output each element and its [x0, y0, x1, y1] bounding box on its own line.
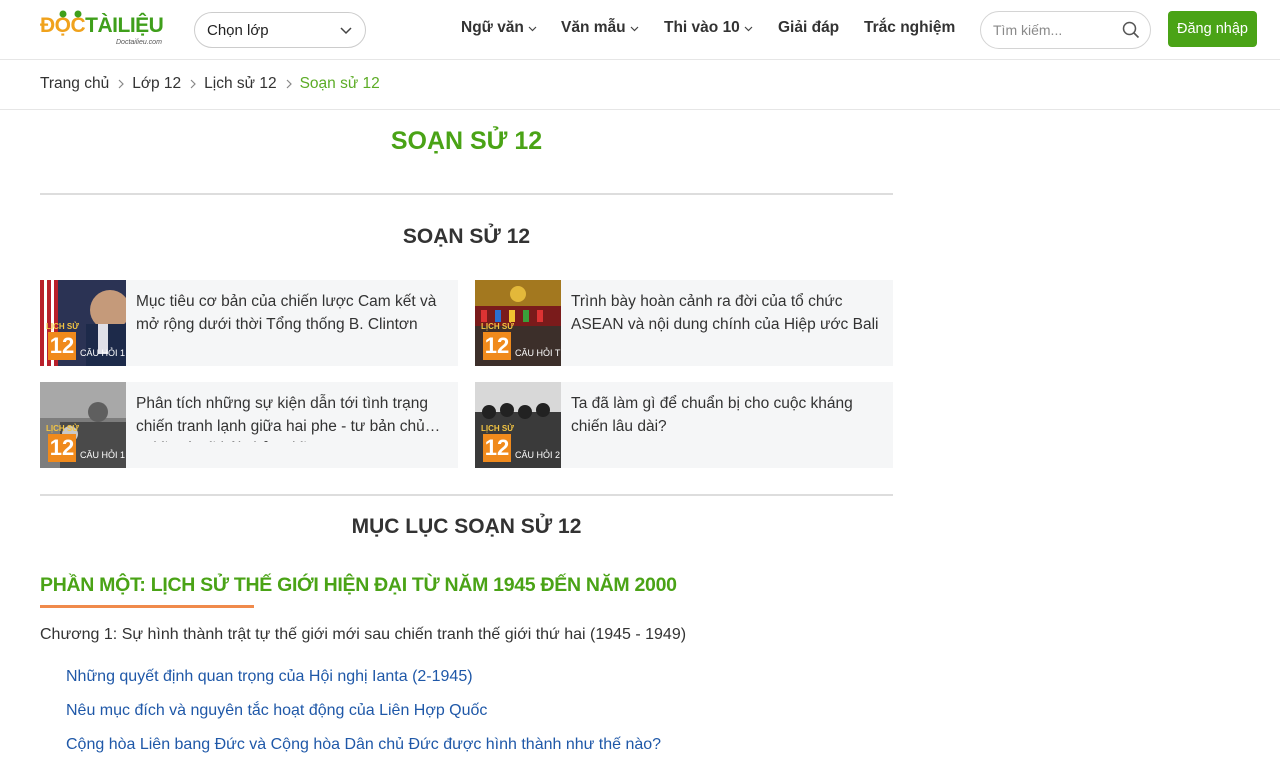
login-button[interactable]: Đăng nhập — [1168, 11, 1257, 47]
article-title: Mục tiêu cơ bản của chiến lược Cam kết v… — [136, 293, 437, 333]
breadcrumb-lich-su-12[interactable]: Lịch sử 12 — [204, 75, 276, 93]
nav-giai-dap[interactable]: Giải đáp — [778, 19, 839, 37]
breadcrumb: Trang chủ Lớp 12 Lịch sử 12 Soạn sử 12 — [40, 72, 380, 96]
lesson-link[interactable]: Những quyết định quan trọng của Hội nghị… — [66, 668, 473, 686]
caret-down-icon — [744, 26, 753, 31]
chevron-down-icon — [340, 27, 352, 35]
caret-down-icon — [630, 26, 639, 31]
thumbnail-caption: CÂU HỎI 1 — [80, 450, 126, 460]
article-thumbnail: LỊCH SỬ 12 CÂU HỎI TRA — [475, 280, 561, 366]
part-title-underline — [40, 605, 254, 608]
article-thumbnail: LỊCH SỬ 12 CÂU HỎI 1 — [40, 280, 126, 366]
nav-thi-vao-10[interactable]: Thi vào 10 — [664, 19, 753, 37]
divider — [40, 193, 893, 195]
search-box — [980, 11, 1151, 49]
logo-domain: Doctailieu.com — [116, 39, 162, 46]
thumbnail-caption: CÂU HỎI 1 — [80, 348, 126, 358]
thumbnail-label: LỊCH SỬ — [46, 424, 79, 433]
logo-text-tailieu: TÀILIỆU — [85, 14, 164, 37]
toc-title: MỤC LỤC SOẠN SỬ 12 — [351, 515, 582, 538]
breadcrumb-divider — [0, 109, 1280, 110]
article-thumbnail: LỊCH SỬ 12 CÂU HỎI 2 T — [475, 382, 561, 468]
article-card[interactable]: LỊCH SỬ 12 CÂU HỎI 2 T Ta đã làm gì để c… — [475, 382, 893, 468]
divider — [40, 494, 893, 496]
grade-badge: 12 — [48, 434, 76, 462]
search-input[interactable] — [993, 22, 1113, 38]
article-card[interactable]: LỊCH SỬ 12 CÂU HỎI 1 Mục tiêu cơ bản của… — [40, 280, 458, 366]
article-card[interactable]: LỊCH SỬ 12 CÂU HỎI 1 Phân tích những sự … — [40, 382, 458, 468]
lesson-link[interactable]: Cộng hòa Liên bang Đức và Cộng hòa Dân c… — [66, 736, 661, 754]
part-title: PHẦN MỘT: LỊCH SỬ THẾ GIỚI HIỆN ĐẠI TỪ N… — [40, 574, 677, 596]
article-thumbnail: LỊCH SỬ 12 CÂU HỎI 1 — [40, 382, 126, 468]
thumbnail-caption: CÂU HỎI TRA — [515, 348, 561, 358]
site-logo[interactable]: ĐỌCTÀILIỆU Doctailieu.com — [40, 10, 170, 50]
grade-badge: 12 — [483, 434, 511, 462]
thumbnail-caption: CÂU HỎI 2 T — [515, 450, 561, 460]
page-title: SOẠN SỬ 12 — [390, 127, 543, 155]
article-title: Ta đã làm gì để chuẩn bị cho cuộc kháng … — [571, 395, 853, 435]
nav-van-mau[interactable]: Văn mẫu — [561, 19, 639, 37]
logo-text-doc: ĐỌC — [40, 14, 86, 37]
thumbnail-label: LỊCH SỬ — [481, 424, 514, 433]
lesson-link[interactable]: Nêu mục đích và nguyên tắc hoạt động của… — [66, 702, 487, 720]
thumbnail-label: LỊCH SỬ — [46, 322, 79, 331]
article-title: Phân tích những sự kiện dẫn tới tình trạ… — [136, 395, 429, 442]
search-icon[interactable] — [1122, 21, 1140, 39]
article-card[interactable]: LỊCH SỬ 12 CÂU HỎI TRA Trình bày hoàn cả… — [475, 280, 893, 366]
breadcrumb-home[interactable]: Trang chủ — [40, 75, 109, 93]
featured-section-title: SOẠN SỬ 12 — [402, 225, 531, 248]
chevron-right-icon — [118, 79, 125, 89]
thumbnail-label: LỊCH SỬ — [481, 322, 514, 331]
nav-ngu-van[interactable]: Ngữ văn — [461, 19, 537, 37]
breadcrumb-current: Soạn sử 12 — [299, 75, 380, 92]
nav-trac-nghiem[interactable]: Trắc nghiệm — [864, 19, 955, 37]
grade-select-value: Chọn lớp — [207, 21, 269, 39]
grade-badge: 12 — [48, 332, 76, 360]
site-header: ĐỌCTÀILIỆU Doctailieu.com Chọn lớp Ngữ v… — [0, 0, 1280, 60]
chevron-right-icon — [286, 79, 292, 89]
breadcrumb-lop-12[interactable]: Lớp 12 — [132, 75, 181, 93]
grade-select[interactable]: Chọn lớp — [194, 12, 366, 48]
caret-down-icon — [528, 26, 537, 31]
chapter-heading: Chương 1: Sự hình thành trật tự thế giới… — [40, 626, 687, 643]
grade-badge: 12 — [483, 332, 511, 360]
chevron-right-icon — [190, 79, 197, 89]
article-title: Trình bày hoàn cảnh ra đời của tổ chức A… — [571, 293, 879, 333]
